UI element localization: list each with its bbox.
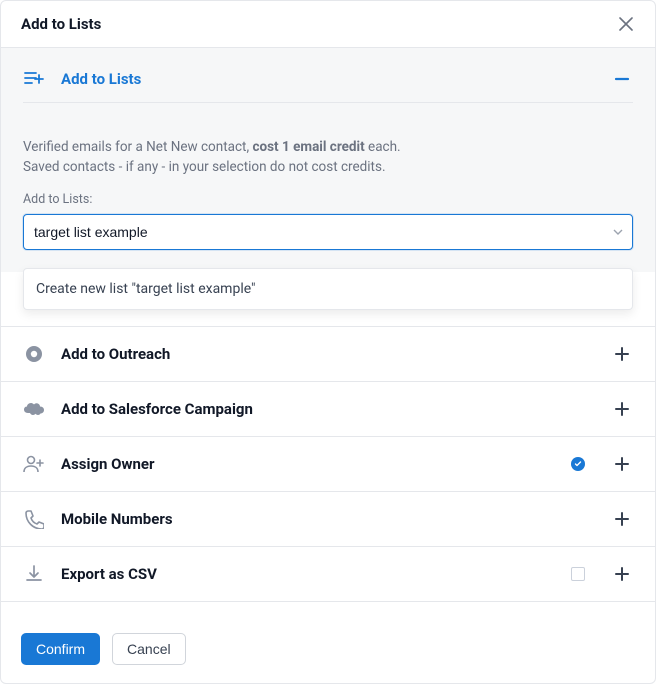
user-plus-icon: [23, 453, 45, 475]
add-to-lists-modal: Add to Lists Add to Lists Verified email…: [0, 0, 656, 684]
section-assign-owner: Assign Owner: [1, 437, 655, 492]
section-header-salesforce[interactable]: Add to Salesforce Campaign: [1, 382, 655, 436]
section-header-export-csv[interactable]: Export as CSV: [1, 547, 655, 601]
section-add-to-outreach: Add to Outreach: [1, 327, 655, 382]
section-header-assign-owner[interactable]: Assign Owner: [1, 437, 655, 491]
list-add-icon: [23, 68, 45, 90]
add-to-lists-body: Verified emails for a Net New contact, c…: [1, 119, 655, 272]
section-mobile-numbers: Mobile Numbers: [1, 492, 655, 547]
modal-title: Add to Lists: [21, 15, 101, 33]
collapse-button[interactable]: [611, 68, 633, 90]
section-title-assign-owner: Assign Owner: [61, 455, 555, 473]
plus-icon: [614, 511, 630, 527]
salesforce-icon: [23, 398, 45, 420]
plus-icon: [614, 456, 630, 472]
plus-icon: [614, 566, 630, 582]
section-title-add-to-lists: Add to Lists: [61, 70, 595, 88]
section-header-add-to-lists[interactable]: Add to Lists: [1, 48, 655, 102]
section-header-mobile[interactable]: Mobile Numbers: [1, 492, 655, 546]
expand-button[interactable]: [611, 343, 633, 365]
section-salesforce-campaign: Add to Salesforce Campaign: [1, 382, 655, 437]
minus-icon: [614, 71, 630, 87]
modal-footer: Confirm Cancel: [1, 619, 655, 683]
section-add-to-lists: Add to Lists Verified emails for a Net N…: [1, 48, 655, 272]
cancel-button[interactable]: Cancel: [112, 633, 186, 665]
plus-icon: [614, 401, 630, 417]
check-icon: [574, 460, 582, 468]
add-to-lists-dropdown: Create new list "target list example": [23, 268, 633, 310]
info-text-bold: cost 1 email credit: [252, 139, 364, 155]
section-export-csv: Export as CSV: [1, 547, 655, 602]
section-title-mobile: Mobile Numbers: [61, 510, 595, 528]
section-header-outreach[interactable]: Add to Outreach: [1, 327, 655, 381]
expand-button[interactable]: [611, 453, 633, 475]
info-line-2: Saved contacts - if any - in your select…: [23, 157, 633, 177]
section-title-outreach: Add to Outreach: [61, 345, 595, 363]
info-text: Verified emails for a Net New contact,: [23, 139, 252, 155]
export-csv-checkbox[interactable]: [571, 567, 585, 581]
download-icon: [23, 563, 45, 585]
expand-button[interactable]: [611, 398, 633, 420]
info-line-1: Verified emails for a Net New contact, c…: [23, 137, 633, 157]
expand-button[interactable]: [611, 563, 633, 585]
info-text: each.: [365, 139, 401, 155]
assigned-badge: [571, 457, 585, 471]
plus-icon: [614, 346, 630, 362]
close-icon: [619, 17, 633, 31]
section-title-salesforce: Add to Salesforce Campaign: [61, 400, 595, 418]
section-title-export-csv: Export as CSV: [61, 565, 555, 583]
add-to-lists-input[interactable]: [23, 214, 633, 250]
close-button[interactable]: [617, 15, 635, 33]
phone-icon: [23, 508, 45, 530]
confirm-button[interactable]: Confirm: [21, 633, 100, 665]
outreach-icon: [23, 343, 45, 365]
add-to-lists-combo: [23, 214, 633, 250]
expand-button[interactable]: [611, 508, 633, 530]
modal-header: Add to Lists: [1, 1, 655, 48]
sections-list: Add to Lists Verified emails for a Net N…: [1, 48, 655, 619]
add-to-lists-label: Add to Lists:: [23, 192, 633, 207]
create-new-list-option[interactable]: Create new list "target list example": [24, 269, 632, 309]
